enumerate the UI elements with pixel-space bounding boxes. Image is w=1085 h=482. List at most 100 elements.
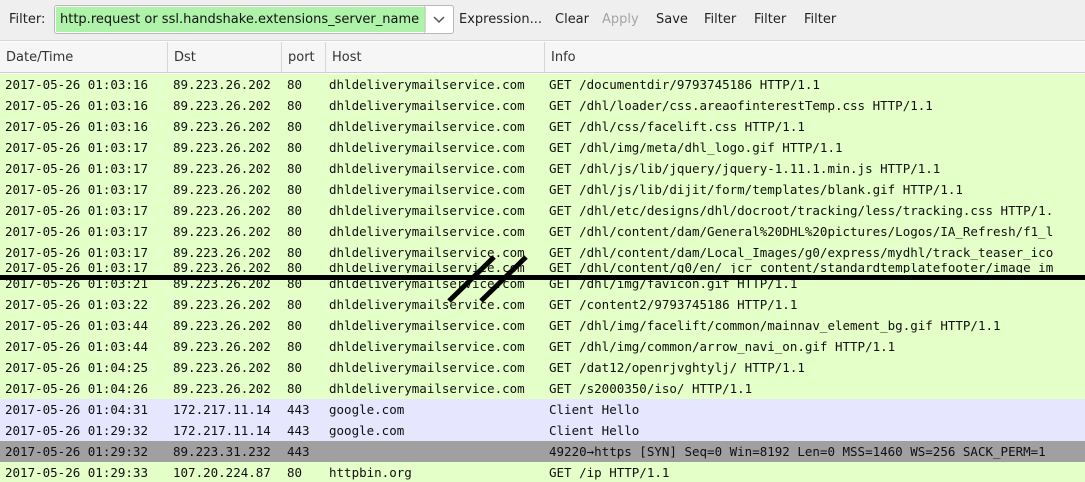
column-header-dst[interactable]: Dst — [168, 42, 282, 72]
cell-dst: 89.223.26.202 — [173, 203, 271, 218]
clear-button[interactable]: Clear — [555, 12, 589, 27]
packet-row[interactable]: 2017-05-26 01:03:16 89.223.26.202 80 dhldel… — [0, 116, 1085, 137]
filter-dropdown-button[interactable] — [424, 6, 453, 33]
cell-dst: 89.223.26.202 — [173, 297, 271, 312]
cell-info: GET /dat12/openrjvghtylj/ HTTP/1.1 — [549, 360, 805, 375]
packet-row[interactable]: 2017-05-26 01:03:17 89.223.26.202 80 dhldel… — [0, 263, 1085, 273]
packet-row[interactable]: 2017-05-26 01:03:17 89.223.26.202 80 dhldel… — [0, 137, 1085, 158]
cell-datetime: 2017-05-26 01:03:17 — [5, 224, 148, 239]
filter-button-2[interactable]: Filter — [754, 12, 786, 27]
cell-dst: 89.223.26.202 — [173, 339, 271, 354]
cell-info: GET /dhl/img/facelift/common/mainnav_ele… — [549, 318, 1001, 333]
cell-datetime: 2017-05-26 01:03:44 — [5, 339, 148, 354]
save-button[interactable]: Save — [656, 12, 688, 27]
cell-dst: 172.217.11.14 — [173, 423, 271, 438]
packet-row[interactable]: 2017-05-26 01:03:17 89.223.26.202 80 dhldel… — [0, 242, 1085, 263]
cell-port: 80 — [287, 182, 303, 197]
cell-datetime: 2017-05-26 01:03:16 — [5, 98, 148, 113]
chevron-down-icon — [433, 15, 445, 23]
packet-row[interactable]: 2017-05-26 01:03:16 89.223.26.202 80 dhldel… — [0, 95, 1085, 116]
packet-row[interactable]: 2017-05-26 01:03:44 89.223.26.202 80 dhldel… — [0, 336, 1085, 357]
cell-datetime: 2017-05-26 01:04:31 — [5, 402, 148, 417]
cell-port: 80 — [287, 119, 303, 134]
cell-info: GET /documentdir/9793745186 HTTP/1.1 — [549, 77, 820, 92]
cell-datetime: 2017-05-26 01:29:33 — [5, 465, 148, 480]
cell-info: GET /dhl/css/facelift.css HTTP/1.1 — [549, 119, 805, 134]
column-header-info[interactable]: Info — [545, 42, 1085, 72]
cell-host: dhldeliverymailservice.com — [329, 381, 525, 396]
cell-dst: 89.223.26.202 — [173, 182, 271, 197]
packet-row[interactable]: 2017-05-26 01:04:26 89.223.26.202 80 dhldel… — [0, 378, 1085, 399]
cell-port: 80 — [287, 381, 303, 396]
apply-button[interactable]: Apply — [602, 12, 639, 27]
packet-list-header: Date/Time Dst port Host Info — [0, 42, 1085, 73]
packet-row[interactable]: 2017-05-26 01:03:17 89.223.26.202 80 dhldel… — [0, 200, 1085, 221]
cell-dst: 89.223.26.202 — [173, 224, 271, 239]
cell-dst: 107.20.224.87 — [173, 465, 271, 480]
cell-host: dhldeliverymailservice.com — [329, 77, 525, 92]
cell-dst: 89.223.26.202 — [173, 318, 271, 333]
cell-host: dhldeliverymailservice.com — [329, 245, 525, 260]
cell-info: Client Hello — [549, 423, 640, 438]
cell-info: GET /dhl/content/dam/Local_Images/g0/exp… — [549, 245, 1054, 260]
column-header-datetime[interactable]: Date/Time — [0, 42, 168, 72]
cell-dst: 89.223.26.202 — [173, 245, 271, 260]
cell-port: 80 — [287, 224, 303, 239]
cell-dst: 89.223.31.232 — [173, 444, 271, 459]
cell-datetime: 2017-05-26 01:04:25 — [5, 360, 148, 375]
cell-datetime: 2017-05-26 01:03:17 — [5, 182, 148, 197]
cell-host: dhldeliverymailservice.com — [329, 297, 525, 312]
expression-button[interactable]: Expression... — [459, 12, 542, 27]
packet-row[interactable]: 2017-05-26 01:29:32 172.217.11.14 443 googl… — [0, 420, 1085, 441]
cell-datetime: 2017-05-26 01:04:26 — [5, 381, 148, 396]
cell-host: dhldeliverymailservice.com — [329, 263, 525, 273]
cell-dst: 89.223.26.202 — [173, 263, 271, 273]
packet-row[interactable]: 2017-05-26 01:03:17 89.223.26.202 80 dhldel… — [0, 179, 1085, 200]
cell-dst: 89.223.26.202 — [173, 381, 271, 396]
cell-datetime: 2017-05-26 01:03:16 — [5, 119, 148, 134]
cell-host: dhldeliverymailservice.com — [329, 339, 525, 354]
packet-row[interactable]: 2017-05-26 01:29:32 89.223.31.232 443 49220… — [0, 441, 1085, 462]
packet-row[interactable]: 2017-05-26 01:03:17 89.223.26.202 80 dhldel… — [0, 158, 1085, 179]
packet-row[interactable]: 2017-05-26 01:03:17 89.223.26.202 80 dhldel… — [0, 221, 1085, 242]
column-header-port[interactable]: port — [282, 42, 326, 72]
packet-row[interactable]: 2017-05-26 01:03:44 89.223.26.202 80 dhldel… — [0, 315, 1085, 336]
packet-row[interactable]: 2017-05-26 01:03:22 89.223.26.202 80 dhldel… — [0, 294, 1085, 315]
filter-button-3[interactable]: Filter — [804, 12, 836, 27]
cell-info: GET /ip HTTP/1.1 — [549, 465, 670, 480]
cell-datetime: 2017-05-26 01:29:32 — [5, 444, 148, 459]
cell-port: 80 — [287, 140, 303, 155]
cell-datetime: 2017-05-26 01:03:17 — [5, 245, 148, 260]
cell-port: 80 — [287, 98, 303, 113]
cell-datetime: 2017-05-26 01:03:17 — [5, 203, 148, 218]
cell-dst: 89.223.26.202 — [173, 140, 271, 155]
cell-info: GET /dhl/js/lib/dijit/form/templates/bla… — [549, 182, 963, 197]
packet-row[interactable]: 2017-05-26 01:04:25 89.223.26.202 80 dhldel… — [0, 357, 1085, 378]
cell-host: dhldeliverymailservice.com — [329, 140, 525, 155]
display-filter-input[interactable] — [56, 7, 426, 32]
cell-dst: 89.223.26.202 — [173, 360, 271, 375]
filter-label: Filter: — [9, 12, 46, 27]
cell-datetime: 2017-05-26 01:03:17 — [5, 140, 148, 155]
cell-info: Client Hello — [549, 402, 640, 417]
cell-datetime: 2017-05-26 01:29:32 — [5, 423, 148, 438]
cell-dst: 89.223.26.202 — [173, 119, 271, 134]
cell-port: 443 — [287, 402, 310, 417]
column-header-host[interactable]: Host — [326, 42, 545, 72]
cell-dst: 89.223.26.202 — [173, 77, 271, 92]
filter-button-1[interactable]: Filter — [704, 12, 736, 27]
packet-row[interactable]: 2017-05-26 01:04:31 172.217.11.14 443 googl… — [0, 399, 1085, 420]
cell-host: dhldeliverymailservice.com — [329, 360, 525, 375]
cell-port: 80 — [287, 465, 303, 480]
cell-info: GET /dhl/content/dam/General%20DHL%20pic… — [549, 224, 1054, 239]
cell-host: google.com — [329, 402, 405, 417]
cell-info: GET /dhl/img/meta/dhl_logo.gif HTTP/1.1 — [549, 140, 843, 155]
packet-row[interactable]: 2017-05-26 01:29:33 107.20.224.87 80 httpbi… — [0, 462, 1085, 482]
cell-host: dhldeliverymailservice.com — [329, 203, 525, 218]
cell-datetime: 2017-05-26 01:03:17 — [5, 161, 148, 176]
cell-host: httpbin.org — [329, 465, 412, 480]
display-filter-combo[interactable] — [54, 5, 454, 34]
packet-row[interactable]: 2017-05-26 01:03:16 89.223.26.202 80 dhldel… — [0, 74, 1085, 95]
cell-datetime: 2017-05-26 01:03:22 — [5, 297, 148, 312]
cell-info: 49220→https [SYN] Seq=0 Win=8192 Len=0 M… — [549, 444, 1046, 459]
